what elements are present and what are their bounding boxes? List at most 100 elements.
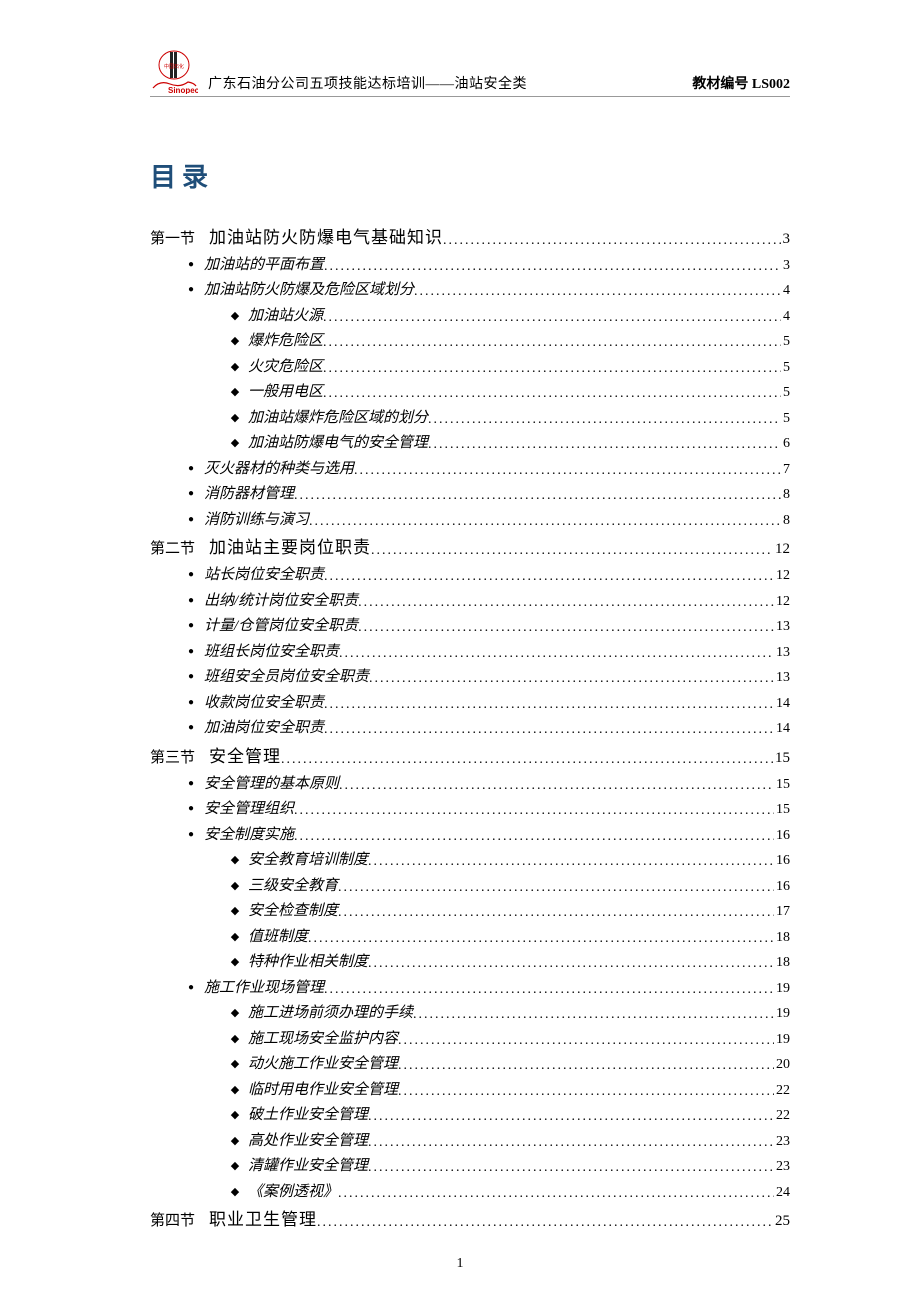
toc-entry[interactable]: 《案例透视》24 xyxy=(150,1180,790,1206)
toc-entry[interactable]: 加油站防火防爆及危险区域划分 4 xyxy=(150,278,790,304)
toc-page-number: 15 xyxy=(774,798,790,822)
bullet-diamond-icon xyxy=(222,850,248,871)
toc-leader-dots xyxy=(324,978,774,1002)
toc-entry[interactable]: 加油岗位安全职责14 xyxy=(150,716,790,742)
toc-entry[interactable]: 加油站爆炸危险区域的划分5 xyxy=(150,406,790,432)
toc-entry[interactable]: 消防训练与演习8 xyxy=(150,508,790,534)
toc-entry[interactable]: 动火施工作业安全管理20 xyxy=(150,1052,790,1078)
toc-entry[interactable]: 安全检查制度17 xyxy=(150,899,790,925)
toc-entry[interactable]: 加油站的平面布置3 xyxy=(150,253,790,279)
toc-entry-title: 加油站防火防爆电气基础知识 xyxy=(209,224,443,253)
svg-text:Sinopec: Sinopec xyxy=(168,86,198,94)
toc-entry-title: 安全教育培训制度 xyxy=(248,848,368,874)
header-subtitle: 广东石油分公司五项技能达标培训——油站安全类 xyxy=(208,73,682,94)
toc-entry[interactable]: 出纳/统计岗位安全职责12 xyxy=(150,589,790,615)
toc-page-number: 4 xyxy=(781,279,790,303)
toc-leader-dots xyxy=(369,667,774,691)
bullet-diamond-icon xyxy=(222,1003,248,1024)
toc-leader-dots xyxy=(358,616,774,640)
toc-leader-dots xyxy=(428,433,781,457)
toc-leader-dots xyxy=(339,642,774,666)
toc-entry[interactable]: 清罐作业安全管理23 xyxy=(150,1154,790,1180)
toc-entry[interactable]: 收款岗位安全职责14 xyxy=(150,691,790,717)
toc-page-number: 7 xyxy=(781,458,790,482)
toc-entry-title: 站长岗位安全职责 xyxy=(204,563,324,589)
toc-page-number: 6 xyxy=(781,432,790,456)
toc-leader-dots xyxy=(371,539,773,563)
toc-page-number: 8 xyxy=(781,483,790,507)
bullet-disc-icon xyxy=(178,459,204,479)
toc-entry-title: 施工进场前须办理的手续 xyxy=(248,1001,413,1027)
toc-entry-title: 临时用电作业安全管理 xyxy=(248,1078,398,1104)
page-header: 中国石化 Sinopec 广东石油分公司五项技能达标培训——油站安全类 教材编号… xyxy=(150,50,790,97)
toc-leader-dots xyxy=(323,306,781,330)
toc-page-number: 12 xyxy=(773,537,790,563)
bullet-diamond-icon xyxy=(222,1182,248,1203)
bullet-diamond-icon xyxy=(222,433,248,454)
toc-leader-dots xyxy=(413,1003,774,1027)
toc-entry[interactable]: 第三节安全管理15 xyxy=(150,743,790,772)
toc-entry[interactable]: 消防器材管理 8 xyxy=(150,482,790,508)
toc-page-number: 22 xyxy=(774,1079,790,1103)
toc-leader-dots xyxy=(339,774,774,798)
toc-entry[interactable]: 第二节加油站主要岗位职责12 xyxy=(150,534,790,563)
toc-leader-dots xyxy=(368,952,774,976)
toc-entry[interactable]: 第一节加油站防火防爆电气基础知识3 xyxy=(150,224,790,253)
toc-entry[interactable]: 安全管理的基本原则15 xyxy=(150,772,790,798)
toc-leader-dots xyxy=(368,1156,774,1180)
toc-entry[interactable]: 值班制度18 xyxy=(150,925,790,951)
toc-leader-dots xyxy=(398,1054,774,1078)
toc-entry[interactable]: 施工进场前须办理的手续19 xyxy=(150,1001,790,1027)
toc-entry[interactable]: 安全管理组织15 xyxy=(150,797,790,823)
toc-entry[interactable]: 火灾危险区5 xyxy=(150,355,790,381)
toc-leader-dots xyxy=(368,1131,774,1155)
toc-page-number: 14 xyxy=(774,717,790,741)
toc-entry-title: 高处作业安全管理 xyxy=(248,1129,368,1155)
toc-leader-dots xyxy=(324,255,781,279)
toc-entry[interactable]: 破土作业安全管理22 xyxy=(150,1103,790,1129)
toc-entry[interactable]: 爆炸危险区5 xyxy=(150,329,790,355)
toc-entry[interactable]: 加油站防爆电气的安全管理 6 xyxy=(150,431,790,457)
toc-entry[interactable]: 安全制度实施 16 xyxy=(150,823,790,849)
toc-page-number: 4 xyxy=(781,305,790,329)
bullet-disc-icon xyxy=(178,255,204,275)
toc-entry[interactable]: 安全教育培训制度 16 xyxy=(150,848,790,874)
toc-entry-title: 消防器材管理 xyxy=(204,482,294,508)
toc-entry[interactable]: 特种作业相关制度18 xyxy=(150,950,790,976)
toc-entry[interactable]: 一般用电区5 xyxy=(150,380,790,406)
bullet-disc-icon xyxy=(178,510,204,530)
toc-entry[interactable]: 站长岗位安全职责12 xyxy=(150,563,790,589)
toc-leader-dots xyxy=(324,565,774,589)
toc-entry-title: 《案例透视》 xyxy=(248,1180,338,1206)
toc-entry-title: 灭火器材的种类与选用 xyxy=(204,457,354,483)
toc-leader-dots xyxy=(338,901,774,925)
toc-entry[interactable]: 加油站火源4 xyxy=(150,304,790,330)
toc-entry-title: 消防训练与演习 xyxy=(204,508,309,534)
toc-page-number: 16 xyxy=(774,824,790,848)
toc-entry[interactable]: 计量/仓管岗位安全职责13 xyxy=(150,614,790,640)
toc-page-number: 16 xyxy=(774,849,790,873)
toc-entry-title: 清罐作业安全管理 xyxy=(248,1154,368,1180)
toc-entry-title: 职业卫生管理 xyxy=(209,1206,317,1235)
toc-page-number: 16 xyxy=(774,875,790,899)
toc-entry-title: 安全制度实施 xyxy=(204,823,294,849)
toc-entry[interactable]: 施工现场安全监护内容19 xyxy=(150,1027,790,1053)
toc-entry[interactable]: 三级安全教育16 xyxy=(150,874,790,900)
toc-leader-dots xyxy=(323,357,781,381)
toc-entry[interactable]: 灭火器材的种类与选用 7 xyxy=(150,457,790,483)
toc-page-number: 15 xyxy=(773,746,790,772)
toc-entry[interactable]: 班组安全员岗位安全职责13 xyxy=(150,665,790,691)
toc-entry[interactable]: 班组长岗位安全职责13 xyxy=(150,640,790,666)
toc-entry[interactable]: 第四节职业卫生管理25 xyxy=(150,1206,790,1235)
toc-entry[interactable]: 施工作业现场管理19 xyxy=(150,976,790,1002)
bullet-disc-icon xyxy=(178,978,204,998)
toc-page-number: 5 xyxy=(781,407,790,431)
toc-entry[interactable]: 高处作业安全管理23 xyxy=(150,1129,790,1155)
toc-leader-dots xyxy=(443,229,780,253)
toc-entry-title: 加油站防爆电气的安全管理 xyxy=(248,431,428,457)
toc-entry-title: 安全检查制度 xyxy=(248,899,338,925)
bullet-disc-icon xyxy=(178,591,204,611)
toc-entry-title: 加油站防火防爆及危险区域划分 xyxy=(204,278,414,304)
toc-entry[interactable]: 临时用电作业安全管理 22 xyxy=(150,1078,790,1104)
toc-entry-title: 班组长岗位安全职责 xyxy=(204,640,339,666)
